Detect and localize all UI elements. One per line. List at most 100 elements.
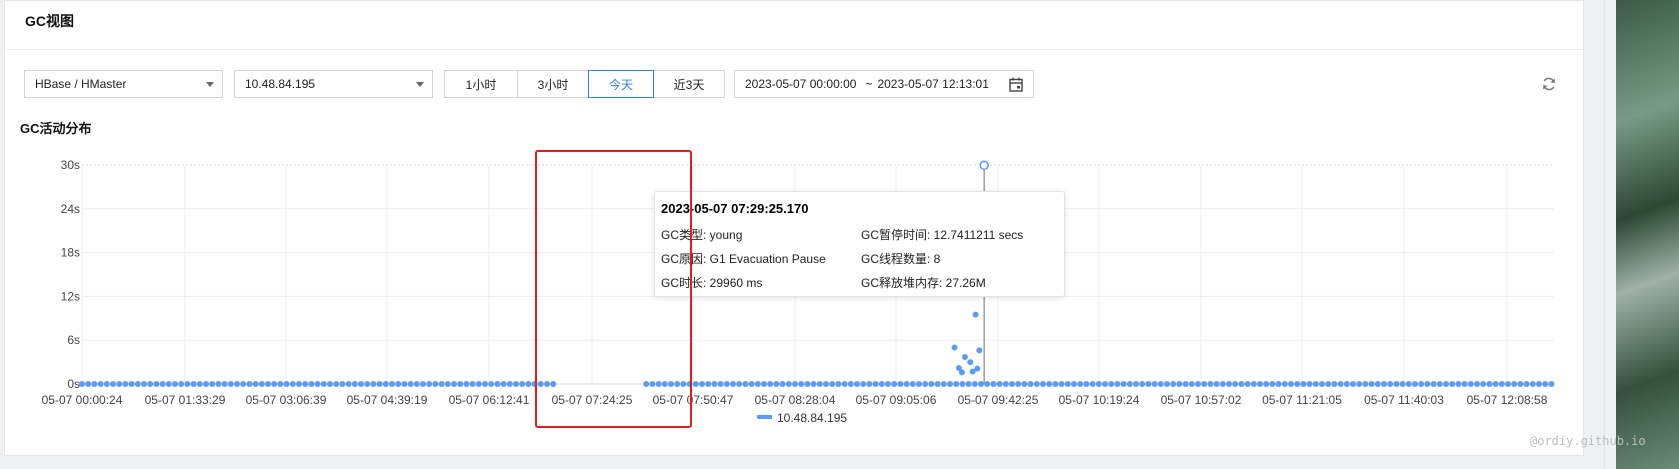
tooltip-gc-freed: GC释放堆内存: 27.26M: [861, 276, 986, 290]
x-tick-label: 05-07 12:08:58: [1467, 393, 1548, 407]
data-point: [159, 381, 166, 387]
data-point: [79, 381, 85, 387]
data-point: [953, 381, 960, 387]
data-point: [358, 381, 364, 387]
data-point: [389, 381, 395, 387]
data-point: [103, 381, 110, 387]
data-point: [885, 381, 891, 387]
data-point: [1374, 381, 1381, 387]
data-point: [271, 381, 278, 387]
data-point: [1232, 381, 1239, 387]
data-point: [209, 381, 216, 387]
data-point: [165, 381, 172, 387]
data-point: [940, 381, 947, 387]
data-point: [1015, 381, 1022, 387]
data-point: [1337, 381, 1344, 387]
data-point: [1492, 381, 1499, 387]
x-tick-label: 05-07 10:19:24: [1059, 393, 1140, 407]
data-point: [951, 344, 958, 351]
data-point: [1275, 381, 1282, 387]
data-point: [971, 381, 978, 387]
data-point: [432, 381, 439, 387]
data-point: [482, 381, 488, 387]
data-point: [1238, 381, 1245, 387]
legend-swatch: [757, 415, 772, 419]
data-point: [494, 381, 501, 387]
data-point: [1033, 381, 1040, 387]
x-tick-label: 05-07 04:39:19: [347, 393, 428, 407]
data-point: [705, 381, 712, 387]
data-point: [1009, 381, 1015, 387]
highlight-box: [535, 150, 692, 428]
data-point: [500, 381, 507, 387]
data-point: [959, 381, 966, 387]
data-point: [240, 381, 247, 387]
data-point: [922, 381, 929, 387]
data-point: [265, 381, 271, 387]
data-point: [488, 381, 495, 387]
chart-tooltip: 2023-05-07 07:29:25.170 GC类型: young GC原因…: [654, 191, 1065, 297]
data-point: [967, 359, 974, 366]
data-point: [1393, 381, 1400, 387]
tab-today[interactable]: 今天: [588, 70, 654, 98]
data-point: [1424, 381, 1431, 387]
data-point: [860, 381, 867, 387]
x-tick-label: 05-07 08:28:04: [755, 393, 836, 407]
data-point: [1443, 381, 1449, 387]
data-point: [748, 381, 755, 387]
x-tick-label: 05-07 09:42:25: [958, 393, 1039, 407]
data-point: [1461, 381, 1468, 387]
data-point: [972, 311, 979, 318]
watermark: @ordiy.github.io: [1530, 434, 1646, 448]
data-point: [1449, 381, 1456, 387]
legend-label: 10.48.84.195: [777, 411, 847, 425]
data-point: [1145, 381, 1152, 387]
data-point: [841, 381, 848, 387]
data-point: [947, 381, 953, 387]
data-point: [1071, 381, 1077, 387]
data-point: [91, 381, 98, 387]
y-tick-label: 18s: [61, 246, 80, 260]
data-point: [1387, 381, 1394, 387]
data-point: [1300, 381, 1307, 387]
data-point: [909, 381, 916, 387]
data-point: [934, 381, 941, 387]
data-point: [785, 381, 792, 387]
data-point: [1244, 381, 1251, 387]
data-point: [1474, 381, 1480, 387]
data-point: [116, 381, 123, 387]
data-point: [1455, 381, 1462, 387]
data-point: [996, 381, 1003, 387]
data-point: [147, 381, 154, 387]
data-point: [1182, 381, 1189, 387]
data-point: [1418, 381, 1425, 387]
data-point: [1021, 381, 1028, 387]
data-point: [1325, 381, 1332, 387]
x-tick-label: 05-07 11:40:03: [1364, 393, 1444, 407]
data-point: [1133, 381, 1139, 387]
data-point: [296, 381, 302, 387]
data-point: [866, 381, 873, 387]
x-tick-label: 05-07 06:12:41: [449, 393, 530, 407]
y-tick-label: 12s: [61, 289, 80, 303]
data-point: [816, 381, 823, 387]
tooltip-gc-threads: GC线程数量: 8: [861, 252, 941, 266]
data-point: [1288, 381, 1294, 387]
data-point: [810, 381, 817, 387]
data-point: [1548, 381, 1555, 387]
data-point: [1312, 381, 1319, 387]
data-point: [1027, 381, 1034, 387]
data-point: [1399, 381, 1406, 387]
data-point: [475, 381, 482, 387]
data-point: [370, 381, 377, 387]
data-point: [1195, 381, 1201, 387]
data-point: [984, 381, 991, 387]
data-point: [426, 381, 433, 387]
data-point: [798, 381, 805, 387]
data-point: [345, 381, 352, 387]
data-point: [289, 381, 296, 387]
data-point: [1077, 381, 1084, 387]
data-point: [1126, 381, 1133, 387]
data-point: [1058, 381, 1065, 387]
data-point: [382, 381, 389, 387]
